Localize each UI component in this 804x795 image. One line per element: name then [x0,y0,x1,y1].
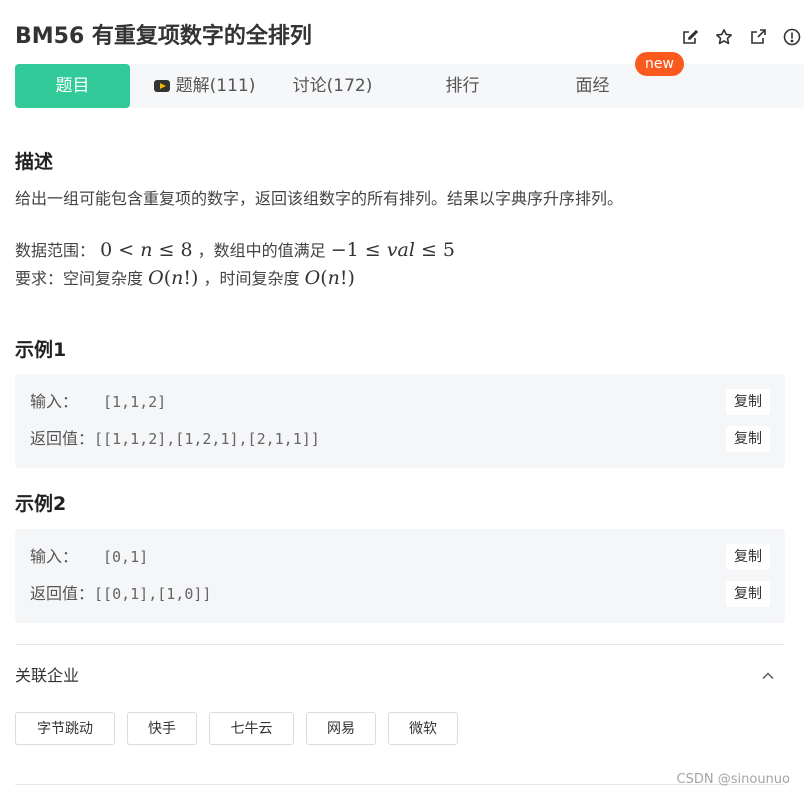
star-icon[interactable] [714,27,733,46]
copy-button[interactable]: 复制 [726,426,770,452]
tab-solutions[interactable]: 题解(111) [152,64,257,108]
copy-button[interactable]: 复制 [726,389,770,415]
example2-input-row: 输入： [0,1] [30,542,148,572]
copy-button[interactable]: 复制 [726,544,770,570]
problem-header: BM56 有重复项数字的全排列 [0,0,804,64]
example1-input-row: 输入： [1,1,2] [30,387,166,417]
tab-solutions-label: 题解(111) [175,76,256,96]
complexity-requirement: 要求：空间复杂度 O(n!) ，时间复杂度 O(n!) [15,266,355,291]
tab-problem[interactable]: 题目 [15,64,130,108]
tab-discussion[interactable]: 讨论(172) [285,64,380,108]
divider [15,784,785,785]
company-tags: 字节跳动 快手 七牛云 网易 微软 [15,712,458,745]
example2-output-value: [[0,1],[1,0]] [94,585,212,603]
output-label: 返回值： [30,429,95,448]
description-heading: 描述 [15,151,54,173]
example2-heading: 示例2 [15,493,67,515]
range-val: −1 ≤ val ≤ 5 [330,239,455,261]
example1-box: 输入： [1,1,2] 复制 返回值：[[1,1,2],[1,2,1],[2,1,… [15,374,785,468]
chevron-up-icon[interactable] [760,668,776,684]
external-link-icon[interactable] [748,27,767,46]
input-label: 输入： [30,547,79,566]
req-label: 要求：空间复杂度 [15,269,144,288]
example1-output-value: [[1,1,2],[1,2,1],[2,1,1]] [94,430,320,448]
range-n: 0 < n ≤ 8 [100,239,193,261]
range-label: 数据范围： [15,241,96,260]
data-range: 数据范围： 0 < n ≤ 8 ，数组中的值满足 −1 ≤ val ≤ 5 [15,238,455,263]
company-tag[interactable]: 网易 [306,712,376,745]
example1-input-value: [1,1,2] [103,393,167,411]
example2-box: 输入： [0,1] 复制 返回值：[[0,1],[1,0]] 复制 [15,529,785,623]
company-tag[interactable]: 字节跳动 [15,712,115,745]
company-tag[interactable]: 快手 [127,712,197,745]
copy-button[interactable]: 复制 [726,581,770,607]
companies-title: 关联企业 [15,666,80,685]
company-tag[interactable]: 微软 [388,712,458,745]
req-sep: ，时间复杂度 [203,269,300,288]
example2-output-row: 返回值：[[0,1],[1,0]] [30,579,211,609]
example1-output-row: 返回值：[[1,1,2],[1,2,1],[2,1,1]] [30,424,320,454]
tab-interview[interactable]: 面经 [565,64,620,108]
example1-heading: 示例1 [15,339,67,361]
description-text: 给出一组可能包含重复项的数字，返回该组数字的所有排列。结果以字典序升序排列。 [15,189,624,208]
report-icon[interactable] [782,27,801,46]
space-complexity: O(n!) [148,267,199,289]
time-complexity: O(n!) [304,267,355,289]
divider [15,644,785,645]
input-label: 输入： [30,392,79,411]
company-tag[interactable]: 七牛云 [209,712,294,745]
example2-input-value: [0,1] [103,548,149,566]
video-icon [153,80,170,92]
output-label: 返回值： [30,584,95,603]
tab-ranking[interactable]: 排行 [435,64,490,108]
range-sep: ，数组中的值满足 [197,241,326,260]
problem-title: BM56 有重复项数字的全排列 [15,24,312,49]
header-actions [680,27,801,46]
watermark: CSDN @sinounuo [676,772,790,787]
edit-icon[interactable] [680,27,699,46]
tab-bar: 题目 题解(111) 讨论(172) 排行 面经 [15,64,804,108]
new-badge: new [635,52,684,76]
